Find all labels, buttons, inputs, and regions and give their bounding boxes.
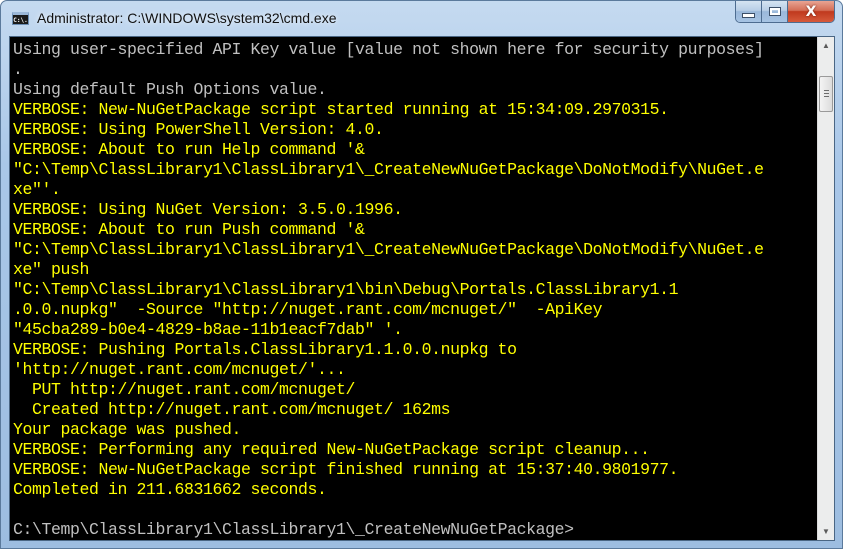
console-line: VERBOSE: New-NuGetPackage script started… — [13, 100, 669, 119]
close-button[interactable]: X — [788, 1, 834, 22]
command-prompt: C:\Temp\ClassLibrary1\ClassLibrary1\_Cre… — [13, 520, 574, 538]
console-line: . — [13, 60, 23, 79]
scroll-thumb[interactable] — [819, 76, 833, 112]
console-area[interactable]: Using user-specified API Key value [valu… — [9, 36, 835, 541]
console-line: VERBOSE: New-NuGetPackage script finishe… — [13, 460, 679, 479]
console-line: Using default Push Options value. — [13, 80, 327, 99]
console-output[interactable]: Using user-specified API Key value [valu… — [13, 40, 813, 538]
console-line: Using user-specified API Key value [valu… — [13, 40, 764, 59]
maximize-button[interactable] — [762, 1, 788, 22]
console-line: Your package was pushed. — [13, 420, 242, 439]
window-title: Administrator: C:\WINDOWS\system32\cmd.e… — [37, 10, 337, 26]
console-line: VERBOSE: Using PowerShell Version: 4.0. — [13, 120, 384, 139]
grip-line — [824, 93, 829, 94]
cmd-icon[interactable]: C:\. — [12, 12, 29, 25]
console-line: Created http://nuget.rant.com/mcnuget/ 1… — [13, 400, 451, 419]
console-line: 'http://nuget.rant.com/mcnuget/'... — [13, 360, 346, 379]
console-line: "45cba289-b0e4-4829-b8ae-11b1eacf7dab" '… — [13, 320, 403, 339]
minimize-icon — [742, 13, 755, 18]
scroll-up-icon[interactable]: ▲ — [818, 37, 834, 54]
console-line: xe" push — [13, 260, 90, 279]
console-line: VERBOSE: About to run Push command '& — [13, 220, 365, 239]
console-line: VERBOSE: Pushing Portals.ClassLibrary1.1… — [13, 340, 517, 359]
console-line: VERBOSE: Using NuGet Version: 3.5.0.1996… — [13, 200, 403, 219]
console-line: "C:\Temp\ClassLibrary1\ClassLibrary1\_Cr… — [13, 160, 764, 179]
grip-line — [824, 90, 829, 91]
maximize-icon — [768, 7, 781, 16]
console-line: Completed in 211.6831662 seconds. — [13, 480, 327, 499]
title-bar[interactable]: C:\. Administrator: C:\WINDOWS\system32\… — [1, 1, 842, 35]
scroll-down-icon[interactable]: ▼ — [818, 523, 834, 540]
console-line: PUT http://nuget.rant.com/mcnuget/ — [13, 380, 356, 399]
grip-line — [824, 96, 829, 97]
console-line: VERBOSE: Performing any required New-NuG… — [13, 440, 650, 459]
vertical-scrollbar[interactable]: ▲ ▼ — [817, 37, 834, 540]
console-line: xe"'. — [13, 180, 61, 199]
cmd-window: C:\. Administrator: C:\WINDOWS\system32\… — [0, 0, 843, 549]
close-icon: X — [805, 3, 817, 20]
console-line: "C:\Temp\ClassLibrary1\ClassLibrary1\_Cr… — [13, 240, 764, 259]
caption-buttons: X — [735, 1, 835, 23]
minimize-button[interactable] — [736, 1, 762, 22]
console-line: "C:\Temp\ClassLibrary1\ClassLibrary1\bin… — [13, 280, 679, 299]
console-line: .0.0.nupkg" -Source "http://nuget.rant.c… — [13, 300, 603, 319]
console-line: VERBOSE: About to run Help command '& — [13, 140, 365, 159]
